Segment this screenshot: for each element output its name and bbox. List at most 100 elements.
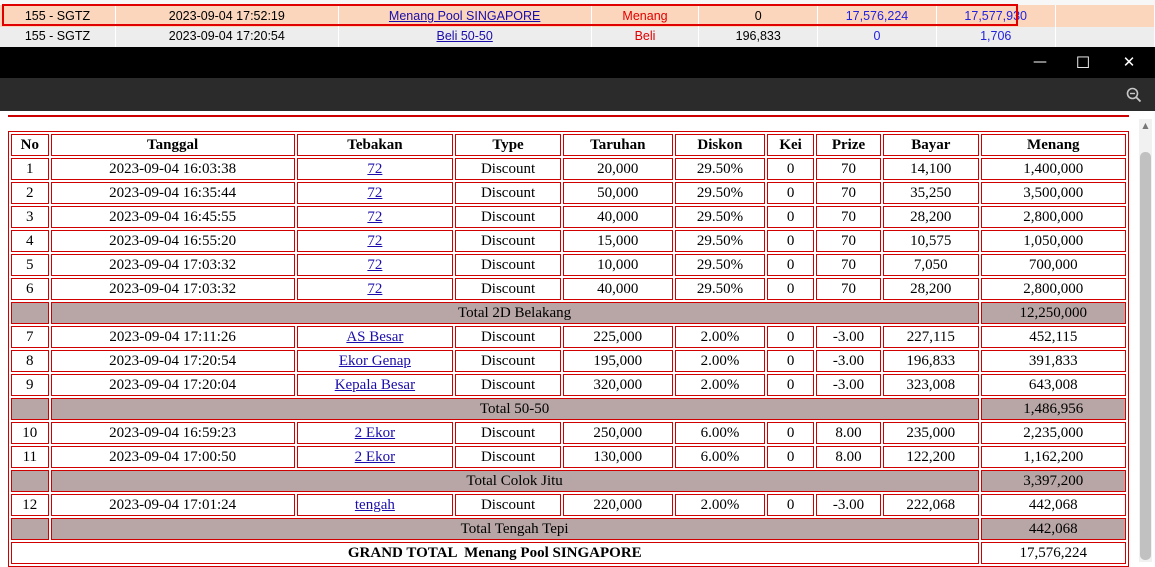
table-row: 2 2023-09-04 16:35:44 72 Discount 50,000 29.5… [11,182,1126,204]
close-button[interactable]: ✕ [1106,47,1152,78]
cell-tebakan: 2 Ekor [296,422,454,444]
cell-no: 11 [11,446,49,468]
cell-bayar: 227,115 [883,326,979,348]
scrollbar-thumb[interactable] [1140,152,1151,560]
cell-prize: 70 [815,206,882,228]
cell-bayar: 122,200 [883,446,979,468]
cell-menang: 391,833 [980,350,1126,372]
cell-taruhan: 10,000 [562,254,673,276]
cell-kei: 0 [767,254,814,276]
cell-type: Discount [455,278,561,300]
highlight-box [2,4,1018,26]
tebakan-link[interactable]: tengah [355,497,395,513]
cell-tebakan: Kepala Besar [296,374,454,396]
cell-tebakan: 72 [296,254,454,276]
subtotal-value: 12,250,000 [980,302,1126,324]
cell-type: Discount [455,254,561,276]
subtotal-label: Total 2D Belakang [50,302,979,324]
table-row: 1 2023-09-04 16:03:38 72 Discount 20,000 29.5… [11,158,1126,180]
table-row: 4 2023-09-04 16:55:20 72 Discount 15,000 29.5… [11,230,1126,252]
cell-prize: 70 [815,158,882,180]
cell-tanggal: 2023-09-04 16:59:23 [50,422,295,444]
cell-tebakan: Ekor Genap [296,350,454,372]
tebakan-link[interactable]: AS Besar [346,329,403,345]
cell-type: Discount [455,326,561,348]
cell-diskon: 29.50% [674,254,766,276]
cell-type: Discount [455,230,561,252]
tebakan-link[interactable]: 72 [367,233,382,249]
cell-tanggal: 2023-09-04 17:20:54 [50,350,295,372]
popup-toolbar [0,78,1155,111]
cell-bayar: 323,008 [883,374,979,396]
maximize-button[interactable]: ☐ [1060,47,1106,78]
cell-taruhan: 130,000 [562,446,673,468]
cell-type: Discount [455,446,561,468]
tebakan-link[interactable]: 72 [367,161,382,177]
cell-prize: 70 [815,182,882,204]
listing-credit: 0 [818,27,937,47]
cell-tebakan: 72 [296,182,454,204]
bet-detail-table: No Tanggal Tebakan Type Taruhan Diskon Kei Priz… [8,131,1129,567]
table-row: 10 2023-09-04 16:59:23 2 Ekor Discount 250,0… [11,422,1126,444]
tebakan-link[interactable]: Ekor Genap [339,353,411,369]
cell-type: Discount [455,182,561,204]
table-row: 6 2023-09-04 17:03:32 72 Discount 40,000 29.5… [11,278,1126,300]
cell-taruhan: 40,000 [562,206,673,228]
subtotal-row: Total 2D Belakang 12,250,000 [11,302,1126,324]
cell-menang: 2,800,000 [980,278,1126,300]
popup-content: No Tanggal Tebakan Type Taruhan Diskon Kei Priz… [0,111,1155,567]
cell-bayar: 10,575 [883,230,979,252]
scroll-up-icon[interactable]: ▲ [1139,119,1152,132]
listing-description-link[interactable]: Beli 50-50 [437,29,493,43]
tebakan-link[interactable]: Kepala Besar [335,377,415,393]
cell-bayar: 35,250 [883,182,979,204]
cell-no: 1 [11,158,49,180]
subtotal-value: 3,397,200 [980,470,1126,492]
cell-menang: 1,050,000 [980,230,1126,252]
cell-tanggal: 2023-09-04 16:35:44 [50,182,295,204]
minimize-button[interactable]: — [1017,47,1063,78]
cell-prize: -3.00 [815,350,882,372]
cell-taruhan: 225,000 [562,326,673,348]
grand-total-label: GRAND TOTAL Menang Pool SINGAPORE [11,542,979,564]
cell-menang: 2,235,000 [980,422,1126,444]
tebakan-link[interactable]: 72 [367,209,382,225]
listing-balance: 1,706 [937,27,1056,47]
cell-tebakan: 2 Ekor [296,446,454,468]
cell-no: 3 [11,206,49,228]
listing-code: 155 - SGTZ [0,27,116,47]
cell-tanggal: 2023-09-04 17:03:32 [50,278,295,300]
cell-tanggal: 2023-09-04 16:55:20 [50,230,295,252]
header-type: Type [455,134,561,156]
cell-taruhan: 250,000 [562,422,673,444]
cell-bayar: 14,100 [883,158,979,180]
vertical-scrollbar[interactable]: ▲ [1139,119,1152,562]
cell-menang: 1,400,000 [980,158,1126,180]
tebakan-link[interactable]: 2 Ekor [355,449,395,465]
tebakan-link[interactable]: 72 [367,257,382,273]
subtotal-label: Total Tengah Tepi [50,518,979,540]
tebakan-link[interactable]: 72 [367,185,382,201]
table-row: 12 2023-09-04 17:01:24 tengah Discount 220,0… [11,494,1126,516]
cell-type: Discount [455,350,561,372]
cell-no: 2 [11,182,49,204]
grand-total-row: GRAND TOTAL Menang Pool SINGAPORE 17,576,… [11,542,1126,564]
subtotal-value: 1,486,956 [980,398,1126,420]
cell-kei: 0 [767,446,814,468]
cell-bayar: 235,000 [883,422,979,444]
zoom-out-icon[interactable] [1125,86,1143,104]
cell-menang: 3,500,000 [980,182,1126,204]
tebakan-link[interactable]: 2 Ekor [355,425,395,441]
cell-prize: -3.00 [815,326,882,348]
cell-tebakan: tengah [296,494,454,516]
cell-bayar: 28,200 [883,278,979,300]
listing-debit: 196,833 [699,27,819,47]
listing-row[interactable]: 155 - SGTZ 2023-09-04 17:20:54 Beli 50-5… [0,27,1155,47]
cell-prize: -3.00 [815,374,882,396]
cell-type: Discount [455,494,561,516]
tebakan-link[interactable]: 72 [367,281,382,297]
header-kei: Kei [767,134,814,156]
cell-diskon: 2.00% [674,494,766,516]
cell-menang: 2,800,000 [980,206,1126,228]
header-no: No [11,134,49,156]
